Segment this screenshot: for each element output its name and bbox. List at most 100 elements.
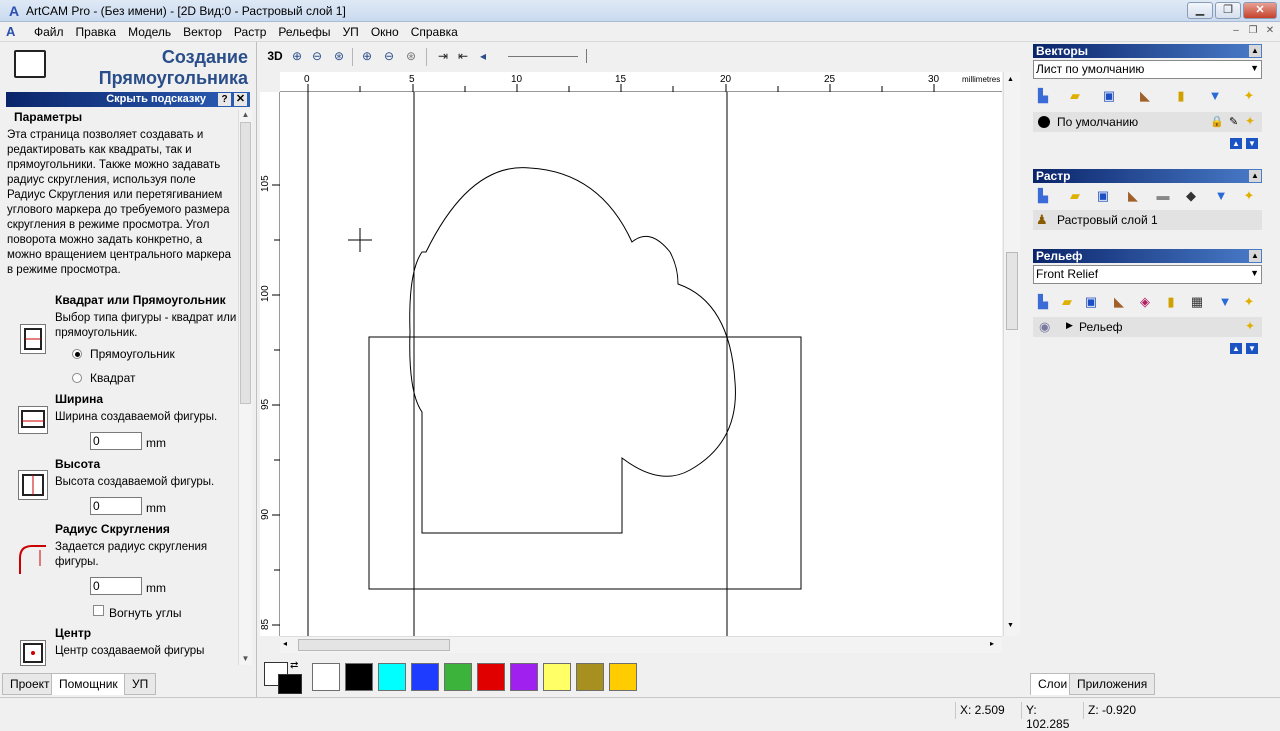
scroll-down-arrow[interactable]: ▼ bbox=[1007, 622, 1014, 629]
save-icon[interactable]: ▣ bbox=[1083, 294, 1099, 310]
palette-swatch[interactable] bbox=[378, 663, 406, 691]
maximize-button[interactable]: ❐ bbox=[1215, 2, 1241, 19]
palette-swatch[interactable] bbox=[312, 663, 340, 691]
pen-icon[interactable]: ✎ bbox=[1229, 115, 1238, 128]
pin-icon[interactable]: ▲ bbox=[1249, 45, 1261, 57]
tab-assistant[interactable]: Помощник bbox=[51, 673, 126, 695]
menu-raster[interactable]: Растр bbox=[228, 25, 272, 39]
lightbulb-icon[interactable]: ✦ bbox=[1241, 294, 1257, 310]
minimize-button[interactable]: ▁ bbox=[1187, 2, 1213, 19]
import-icon[interactable]: ⇥ bbox=[434, 47, 452, 65]
visibility-bulb-icon[interactable]: ✦ bbox=[1245, 114, 1255, 128]
save-icon[interactable]: ▣ bbox=[1095, 188, 1111, 204]
secondary-color-swatch[interactable] bbox=[278, 674, 302, 694]
new-layer-icon[interactable]: ▙ bbox=[1035, 294, 1051, 310]
scroll-right-arrow[interactable]: ▸ bbox=[990, 639, 994, 648]
width-input[interactable]: 0 bbox=[90, 432, 142, 450]
new-layer-icon[interactable]: ▙ bbox=[1035, 88, 1051, 104]
properties-icon[interactable]: ▮ bbox=[1163, 294, 1179, 310]
scroll-thumb[interactable] bbox=[1006, 252, 1018, 330]
slider-thumb[interactable] bbox=[586, 49, 587, 63]
palette-swatch[interactable] bbox=[444, 663, 472, 691]
raster-layer-row[interactable]: ♟ Растровый слой 1 bbox=[1033, 210, 1262, 230]
merge-icon[interactable]: ◣ bbox=[1125, 188, 1141, 204]
menu-model[interactable]: Модель bbox=[122, 25, 177, 39]
canvas-horizontal-scrollbar[interactable]: ◂ ▸ bbox=[280, 636, 1002, 653]
tab-applications[interactable]: Приложения bbox=[1069, 673, 1156, 695]
mdi-close-button[interactable]: ✕ bbox=[1262, 24, 1278, 38]
open-folder-icon[interactable]: ▰ bbox=[1067, 188, 1083, 204]
swap-colors-icon[interactable]: ⇄ bbox=[290, 660, 298, 671]
lock-icon[interactable]: 🔒 bbox=[1210, 115, 1224, 128]
tab-project[interactable]: Проект bbox=[2, 673, 58, 695]
menu-help[interactable]: Справка bbox=[405, 25, 464, 39]
menu-edit[interactable]: Правка bbox=[70, 25, 123, 39]
scroll-thumb[interactable] bbox=[298, 639, 450, 651]
menu-reliefs[interactable]: Рельефы bbox=[272, 25, 336, 39]
visibility-bulb-icon[interactable]: ✦ bbox=[1245, 319, 1255, 333]
palette-swatch[interactable] bbox=[345, 663, 373, 691]
left-panel-scrollbar[interactable]: ▲ ▼ bbox=[238, 110, 252, 665]
menu-file[interactable]: Файл bbox=[28, 25, 70, 39]
export-icon[interactable]: ⇤ bbox=[454, 47, 472, 65]
menu-toolpaths[interactable]: УП bbox=[337, 25, 365, 39]
palette-swatch[interactable] bbox=[510, 663, 538, 691]
mdi-minimize-button[interactable]: – bbox=[1228, 24, 1244, 38]
3d-view-button[interactable]: 3D bbox=[264, 47, 286, 65]
open-folder-icon[interactable]: ▰ bbox=[1067, 88, 1083, 104]
canvas-vertical-scrollbar[interactable]: ▲ ▼ bbox=[1003, 72, 1020, 636]
move-layer-down-icon[interactable]: ▼ bbox=[1246, 138, 1258, 149]
bitmap-icon[interactable]: ◆ bbox=[1183, 188, 1199, 204]
tab-toolpaths[interactable]: УП bbox=[124, 673, 157, 695]
help-icon[interactable]: ? bbox=[218, 93, 231, 106]
drawing-canvas[interactable] bbox=[280, 92, 1002, 636]
palette-swatch[interactable] bbox=[543, 663, 571, 691]
palette-swatch[interactable] bbox=[576, 663, 604, 691]
document-icon[interactable]: A bbox=[6, 24, 22, 40]
delete-icon[interactable]: ▼ bbox=[1217, 294, 1233, 310]
zoom-box-icon[interactable]: ⊕ bbox=[358, 47, 376, 65]
vector-layer-row[interactable]: По умолчанию 🔒 ✎ ✦ bbox=[1033, 112, 1262, 132]
radio-rectangle[interactable] bbox=[72, 349, 82, 359]
move-layer-down-icon[interactable]: ▼ bbox=[1246, 343, 1258, 354]
flatten-icon[interactable]: ▬ bbox=[1155, 188, 1171, 204]
merge-icon[interactable]: ◣ bbox=[1111, 294, 1127, 310]
move-layer-up-icon[interactable]: ▲ bbox=[1230, 138, 1242, 149]
radio-square[interactable] bbox=[72, 373, 82, 383]
close-button[interactable]: ✕ bbox=[1243, 2, 1277, 19]
height-input[interactable]: 0 bbox=[90, 497, 142, 515]
close-hint-icon[interactable]: ✕ bbox=[234, 93, 247, 106]
expand-arrow-icon[interactable]: ▶ bbox=[1066, 320, 1073, 331]
lightbulb-icon[interactable]: ✦ bbox=[1241, 88, 1257, 104]
slider-track[interactable] bbox=[508, 56, 578, 57]
lightbulb-icon[interactable]: ✦ bbox=[1241, 188, 1257, 204]
pin-icon[interactable]: ▲ bbox=[1249, 170, 1261, 182]
properties-icon[interactable]: ▮ bbox=[1173, 88, 1189, 104]
mdi-restore-button[interactable]: ❐ bbox=[1245, 24, 1261, 38]
transfer-icon[interactable]: ◂ bbox=[474, 47, 492, 65]
move-layer-up-icon[interactable]: ▲ bbox=[1230, 343, 1242, 354]
radius-input[interactable]: 0 bbox=[90, 577, 142, 595]
zoom-all-icon[interactable]: ⊛ bbox=[402, 47, 420, 65]
zoom-out-icon[interactable]: ⊖ bbox=[308, 47, 326, 65]
palette-swatch[interactable] bbox=[477, 663, 505, 691]
combine-icon[interactable]: ◈ bbox=[1137, 294, 1153, 310]
palette-swatch[interactable] bbox=[411, 663, 439, 691]
delete-icon[interactable]: ▼ bbox=[1213, 188, 1229, 204]
palette-swatch[interactable] bbox=[609, 663, 637, 691]
zoom-previous-icon[interactable]: ⊖ bbox=[380, 47, 398, 65]
scroll-up-arrow[interactable]: ▲ bbox=[240, 110, 251, 120]
save-icon[interactable]: ▣ bbox=[1101, 88, 1117, 104]
open-folder-icon[interactable]: ▰ bbox=[1059, 294, 1075, 310]
pin-icon[interactable]: ▲ bbox=[1249, 250, 1261, 262]
relief-select[interactable]: Front Relief ▼ bbox=[1033, 265, 1262, 284]
merge-icon[interactable]: ◣ bbox=[1137, 88, 1153, 104]
invert-corners-checkbox[interactable] bbox=[93, 605, 104, 616]
new-layer-icon[interactable]: ▙ bbox=[1035, 188, 1051, 204]
scroll-up-arrow[interactable]: ▲ bbox=[1007, 76, 1014, 83]
menu-window[interactable]: Окно bbox=[365, 25, 405, 39]
vector-sheet-select[interactable]: Лист по умолчанию ▼ bbox=[1033, 60, 1262, 79]
freeze-icon[interactable]: ▦ bbox=[1189, 294, 1205, 310]
zoom-in-icon[interactable]: ⊕ bbox=[288, 47, 306, 65]
scroll-down-arrow[interactable]: ▼ bbox=[240, 654, 251, 664]
